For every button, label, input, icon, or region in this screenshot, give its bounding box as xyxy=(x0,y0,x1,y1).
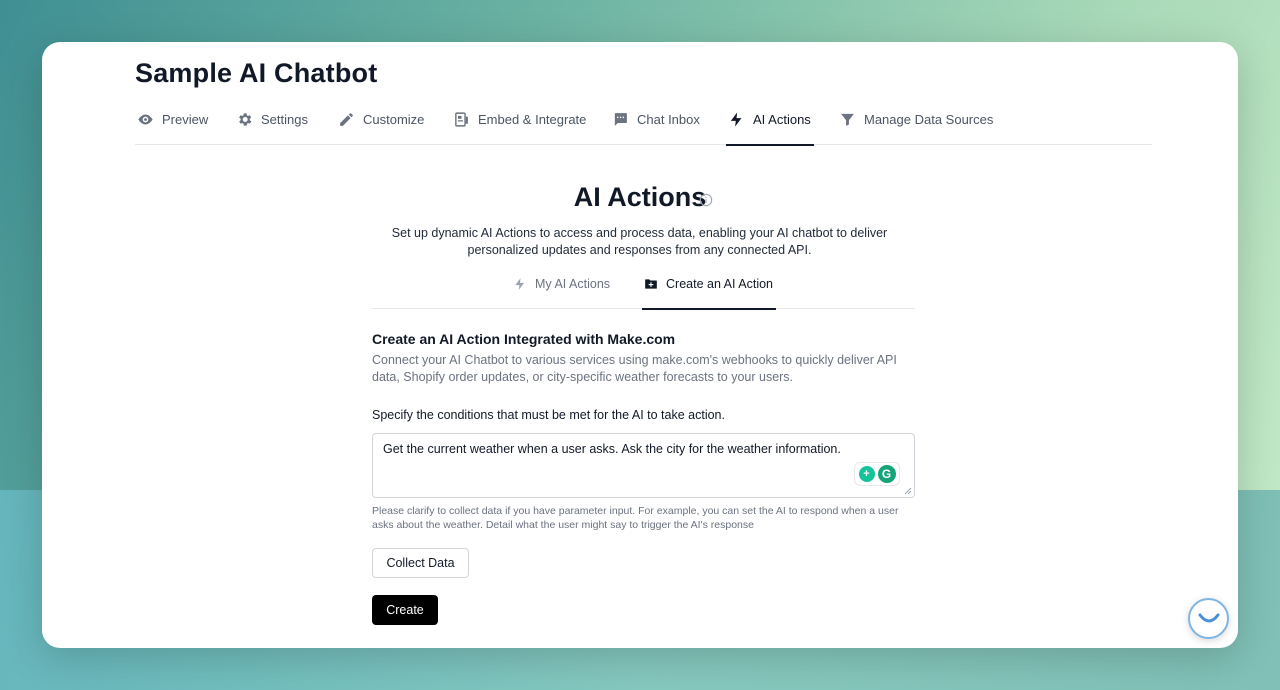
grammarly-widget[interactable]: + G xyxy=(854,462,900,486)
tab-chat-inbox-label: Chat Inbox xyxy=(637,112,700,127)
form-heading: Create an AI Action Integrated with Make… xyxy=(372,331,676,347)
tab-chat-inbox[interactable]: Chat Inbox xyxy=(612,112,700,145)
collect-data-button[interactable]: Collect Data xyxy=(372,548,469,578)
lightning-icon xyxy=(513,277,527,291)
chat-launcher-button[interactable] xyxy=(1188,598,1229,639)
pencil-icon xyxy=(338,111,355,128)
tab-manage-data-sources-label: Manage Data Sources xyxy=(864,112,994,127)
top-nav: Preview Settings Customize Embed & Integ… xyxy=(135,102,1152,146)
funnel-icon xyxy=(839,111,856,128)
chat-bubble-icon xyxy=(612,111,629,128)
helper-text: Please clarify to collect data if you ha… xyxy=(372,505,899,531)
tab-embed-label: Embed & Integrate xyxy=(478,112,587,127)
tab-ai-actions-label: AI Actions xyxy=(753,112,811,127)
document-icon xyxy=(453,111,470,128)
grammarly-suggest-icon[interactable]: + xyxy=(858,466,875,482)
form-description: Connect your AI Chatbot to various servi… xyxy=(372,353,897,384)
create-button[interactable]: Create xyxy=(372,595,438,625)
tab-manage-data-sources[interactable]: Manage Data Sources xyxy=(839,112,993,145)
tab-customize-label: Customize xyxy=(363,112,425,127)
tab-ai-actions[interactable]: AI Actions xyxy=(726,111,814,146)
section-description: Set up dynamic AI Actions to access and … xyxy=(391,226,888,257)
grammarly-logo-icon[interactable]: G xyxy=(877,465,896,483)
tab-settings[interactable]: Settings xyxy=(236,112,308,145)
subtab-create-ai-action[interactable]: Create an AI Action xyxy=(641,277,777,310)
tab-embed-integrate[interactable]: Embed & Integrate xyxy=(453,112,586,145)
tab-settings-label: Settings xyxy=(261,112,308,127)
eye-icon xyxy=(137,111,154,128)
folder-plus-icon xyxy=(644,277,658,291)
subtab-create-label: Create an AI Action xyxy=(666,277,774,291)
gear-icon xyxy=(236,111,253,128)
tab-preview[interactable]: Preview xyxy=(137,112,208,145)
condition-textarea[interactable]: Get the current weather when a user asks… xyxy=(372,433,915,498)
subtab-my-ai-actions-label: My AI Actions xyxy=(535,277,611,291)
condition-label: Specify the conditions that must be met … xyxy=(372,408,725,422)
condition-text[interactable]: Get the current weather when a user asks… xyxy=(383,442,841,456)
subtabs: My AI Actions Create an AI Action xyxy=(372,272,915,310)
subtab-my-ai-actions[interactable]: My AI Actions xyxy=(513,277,610,309)
smile-icon xyxy=(1198,613,1219,622)
info-icon[interactable] xyxy=(699,193,713,207)
tab-preview-label: Preview xyxy=(162,112,209,127)
page-title: Sample AI Chatbot xyxy=(135,58,378,88)
lightning-icon xyxy=(728,111,745,128)
section-title: AI Actions xyxy=(573,182,707,212)
resize-handle-icon[interactable] xyxy=(904,487,912,495)
main-card: Sample AI Chatbot Preview Settings Custo… xyxy=(42,42,1238,648)
tab-customize[interactable]: Customize xyxy=(338,112,424,145)
